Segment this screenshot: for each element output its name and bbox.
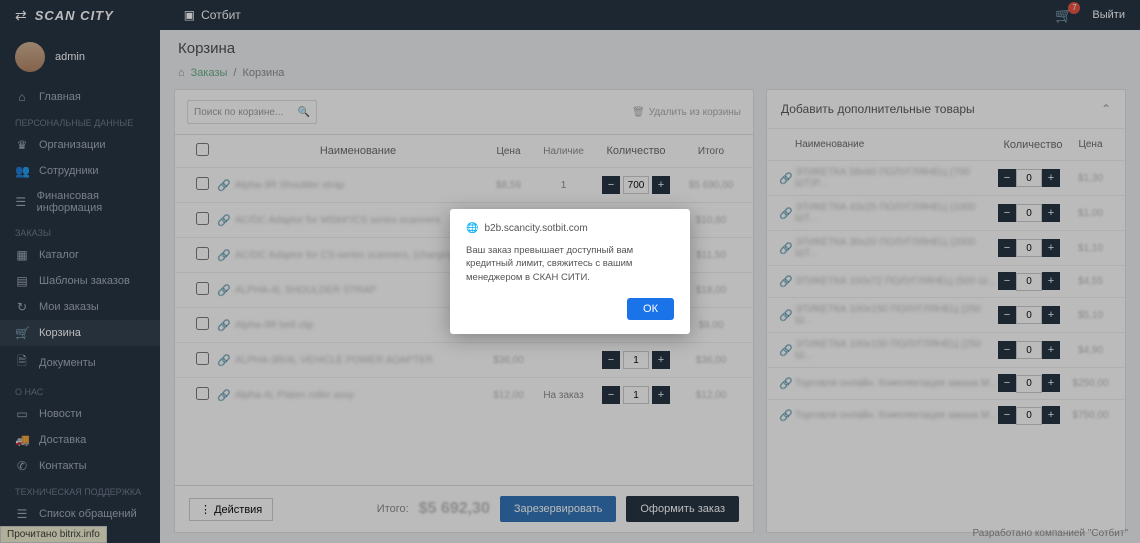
- dialog-message: Ваш заказ превышает доступный вам кредит…: [466, 244, 674, 284]
- dialog-host: b2b.scancity.sotbit.com: [484, 223, 587, 234]
- ok-button[interactable]: ОК: [627, 298, 674, 320]
- alert-dialog: 🌐 b2b.scancity.sotbit.com Ваш заказ прев…: [450, 209, 690, 334]
- modal-overlay[interactable]: 🌐 b2b.scancity.sotbit.com Ваш заказ прев…: [0, 0, 1140, 543]
- globe-icon: 🌐: [466, 223, 478, 234]
